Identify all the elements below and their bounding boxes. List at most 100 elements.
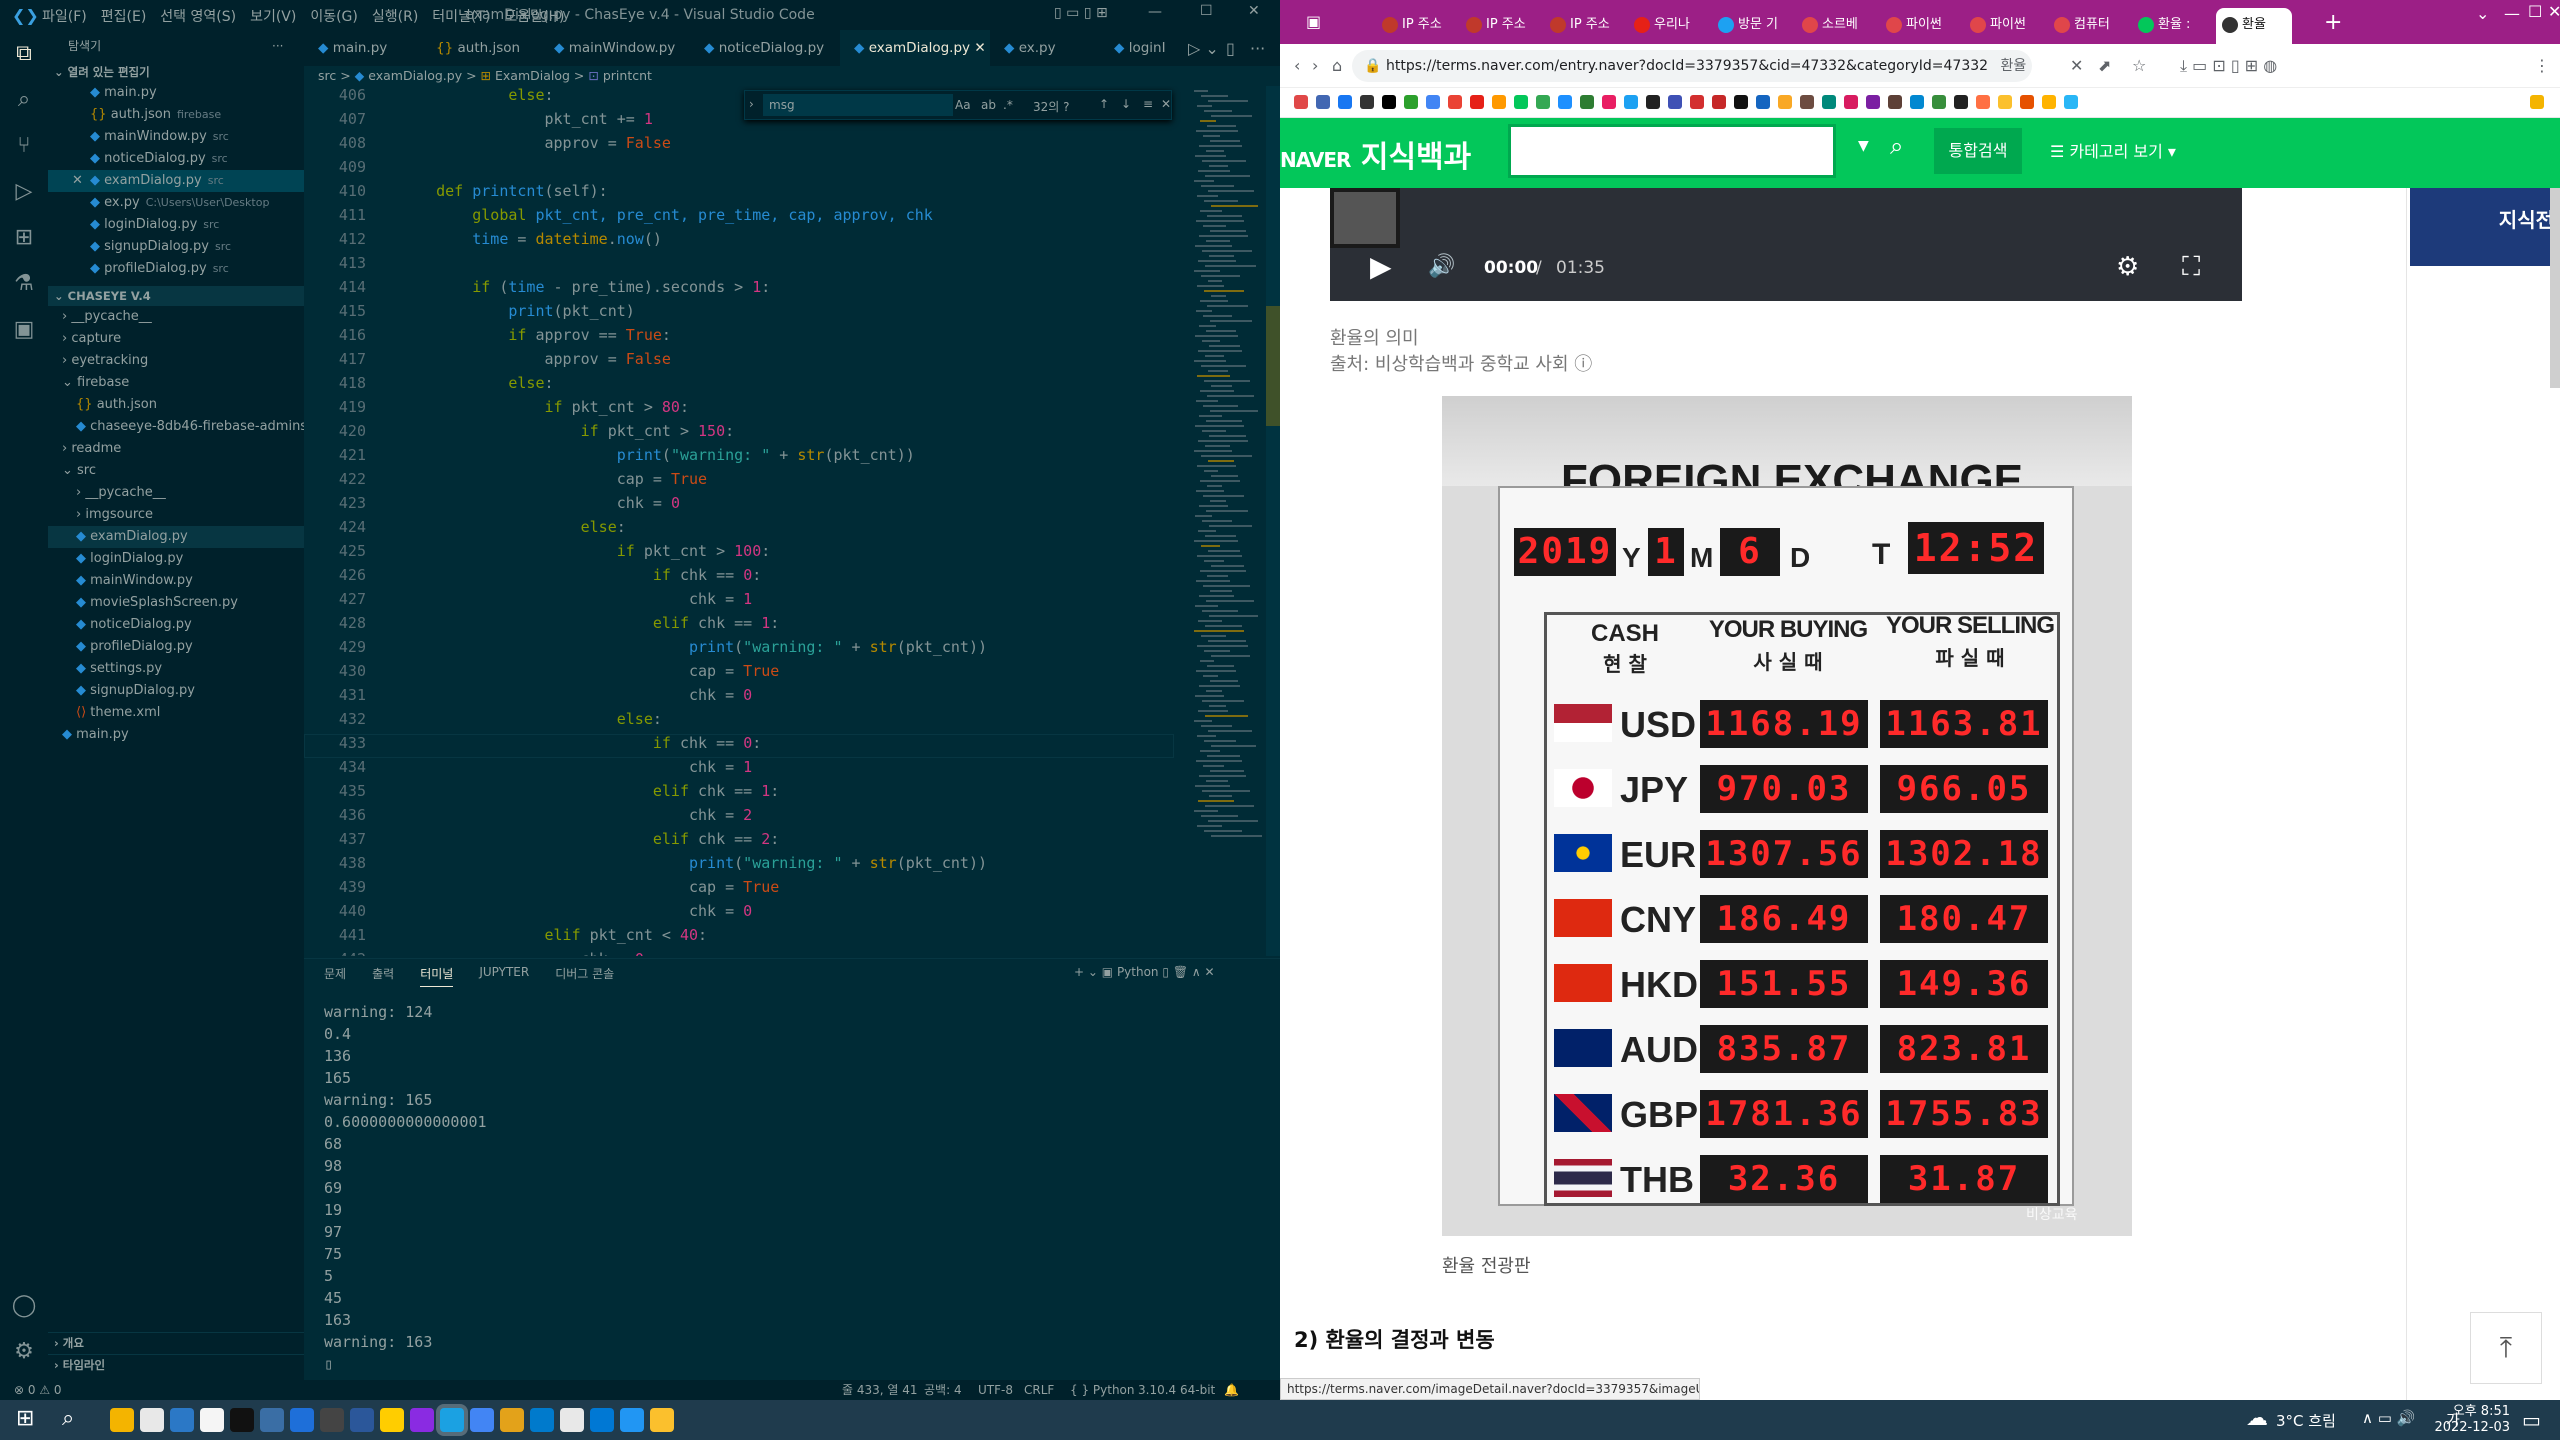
code-line[interactable]: print(pkt_cnt) bbox=[400, 302, 634, 320]
bookmark-favicon-icon[interactable] bbox=[1888, 95, 1902, 109]
breadcrumb-folder[interactable]: src bbox=[318, 68, 336, 83]
kill-terminal-icon[interactable]: 🗑 bbox=[1173, 965, 1188, 979]
status-problems[interactable]: ⊗ 0 ⚠ 0 bbox=[14, 1380, 62, 1400]
browser-menu-icon[interactable]: ▣ bbox=[1306, 12, 1321, 31]
search-icon[interactable]: ⌕ bbox=[1890, 132, 1903, 160]
share-icon[interactable]: ⬈ bbox=[2098, 56, 2111, 75]
bookmark-favicon-icon[interactable] bbox=[1844, 95, 1858, 109]
code-line[interactable]: time = datetime.now() bbox=[400, 230, 662, 248]
split-terminal-icon[interactable]: ▯ bbox=[1162, 965, 1169, 979]
browser-more-icon[interactable]: ⋮ bbox=[2534, 56, 2550, 75]
code-line[interactable]: approv = False bbox=[400, 350, 670, 368]
notepad-icon[interactable] bbox=[560, 1408, 584, 1432]
remote-desktop-icon[interactable] bbox=[290, 1408, 314, 1432]
clock-time[interactable]: 오후 8:51 bbox=[2440, 1400, 2510, 1419]
tree-folder[interactable]: › __pycache__ bbox=[48, 306, 304, 328]
lock-icon[interactable]: 🔒 bbox=[1364, 50, 1381, 82]
play-icon[interactable]: ▶ bbox=[1370, 250, 1392, 283]
open-editor-item[interactable]: ◆ signupDialog.py src bbox=[48, 236, 304, 258]
menu-selection[interactable]: 선택 영역(S) bbox=[160, 6, 236, 26]
word-icon[interactable] bbox=[350, 1408, 374, 1432]
code-line[interactable]: if (time - pre_time).seconds > 1: bbox=[400, 278, 770, 296]
timeline-section[interactable]: › 타임라인 bbox=[48, 1354, 304, 1374]
open-editor-item[interactable]: {} auth.json firebase bbox=[48, 104, 304, 126]
bookmark-favicon-icon[interactable] bbox=[1866, 95, 1880, 109]
tree-folder[interactable]: › __pycache__ bbox=[48, 482, 304, 504]
tab-output[interactable]: 출력 bbox=[372, 965, 394, 987]
video-settings-gear-icon[interactable]: ⚙ bbox=[2116, 252, 2139, 282]
search-input[interactable] bbox=[1508, 124, 1836, 178]
menu-help[interactable]: 도움말(H) bbox=[504, 6, 564, 26]
find-in-selection-icon[interactable]: ≡ bbox=[1143, 97, 1153, 111]
browser-maximize-button[interactable]: ☐ bbox=[2528, 2, 2542, 21]
menu-file[interactable]: 파일(F) bbox=[42, 6, 87, 26]
tab-jupyter[interactable]: JUPYTER bbox=[479, 965, 529, 987]
run-python-icon[interactable]: ▷ ⌄ bbox=[1188, 39, 1219, 58]
bookmark-favicon-icon[interactable] bbox=[1954, 95, 1968, 109]
bookmark-favicon-icon[interactable] bbox=[1294, 95, 1308, 109]
tree-folder[interactable]: › eyetracking bbox=[48, 350, 304, 372]
tree-folder[interactable]: › capture bbox=[48, 328, 304, 350]
tree-file[interactable]: ◆ signupDialog.py bbox=[48, 680, 304, 702]
search-dropdown-icon[interactable]: ▼ bbox=[1858, 138, 1869, 154]
code-line[interactable]: if approv == True: bbox=[400, 326, 671, 344]
status-position[interactable]: 줄 433, 열 41 bbox=[842, 1380, 918, 1400]
code-line[interactable]: print("warning: " + str(pkt_cnt)) bbox=[400, 638, 987, 656]
menu-go[interactable]: 이동(G) bbox=[310, 6, 358, 26]
minimize-button[interactable]: — bbox=[1148, 4, 1162, 20]
code-line[interactable]: chk = 1 bbox=[400, 758, 752, 776]
tree-folder[interactable]: › readme bbox=[48, 438, 304, 460]
weather-text[interactable]: 3°C 흐림 bbox=[2276, 1410, 2336, 1431]
outline-section[interactable]: › 개요 bbox=[48, 1332, 304, 1352]
open-editors-section[interactable]: ⌄ 열려 있는 편집기 bbox=[48, 62, 304, 82]
terminal-shell-label[interactable]: Python bbox=[1117, 965, 1159, 979]
bookmark-favicon-icon[interactable] bbox=[1382, 95, 1396, 109]
media-player-icon[interactable] bbox=[260, 1408, 284, 1432]
code-line[interactable]: cap = True bbox=[400, 662, 779, 680]
tree-file[interactable]: ◆ main.py bbox=[48, 724, 304, 746]
bookmark-favicon-icon[interactable] bbox=[1822, 95, 1836, 109]
tree-file[interactable]: ◆ movieSplashScreen.py bbox=[48, 592, 304, 614]
bookmark-favicon-icon[interactable] bbox=[1470, 95, 1484, 109]
bookmark-favicon-icon[interactable] bbox=[1426, 95, 1440, 109]
layout-toggle-icons[interactable]: ▯ ▭ ▯ ⊞ bbox=[1054, 5, 1108, 21]
match-case-icon[interactable]: Aa bbox=[955, 98, 971, 112]
tree-file[interactable]: ◆ noticeDialog.py bbox=[48, 614, 304, 636]
bookmark-favicon-icon[interactable] bbox=[1316, 95, 1330, 109]
open-editor-item[interactable]: ◆ profileDialog.py src bbox=[48, 258, 304, 280]
code-line[interactable]: cap = True bbox=[400, 878, 779, 896]
breadcrumb-class[interactable]: ExamDialog bbox=[495, 68, 570, 83]
bookmark-favicon-icon[interactable] bbox=[1976, 95, 1990, 109]
bookmark-favicon-icon[interactable] bbox=[1492, 95, 1506, 109]
bookmark-favicon-icon[interactable] bbox=[1734, 95, 1748, 109]
bookmark-favicon-icon[interactable] bbox=[1448, 95, 1462, 109]
status-interpreter[interactable]: 3.10.4 64-bit bbox=[1138, 1380, 1215, 1400]
back-icon[interactable]: ‹ bbox=[1294, 56, 1300, 75]
tree-file[interactable]: ◆ mainWindow.py bbox=[48, 570, 304, 592]
bookmark-favicon-icon[interactable] bbox=[1910, 95, 1924, 109]
code-line[interactable]: elif chk == 1: bbox=[400, 782, 779, 800]
code-editor[interactable]: 406 407 408 409 410 411 412 413 414 415 416 417 418 4… bbox=[304, 86, 1184, 956]
manage-gear-icon[interactable]: ⚙ bbox=[10, 1338, 38, 1366]
home-icon[interactable]: ⌂ bbox=[1332, 56, 1342, 75]
tree-folder[interactable]: ⌄ firebase bbox=[48, 372, 304, 394]
tree-file[interactable]: {} auth.json bbox=[48, 394, 304, 416]
vscode-taskbar-icon[interactable] bbox=[440, 1408, 464, 1432]
url-field[interactable]: 🔒 https://terms.naver.com/entry.naver?do… bbox=[1352, 50, 2032, 82]
notepad-icon[interactable] bbox=[200, 1408, 224, 1432]
bookmark-star-icon[interactable]: ☆ bbox=[2132, 56, 2146, 75]
find-input[interactable]: msg bbox=[763, 94, 953, 116]
find-close-icon[interactable]: ✕ bbox=[1161, 97, 1171, 111]
notes-icon[interactable] bbox=[650, 1408, 674, 1432]
video-player[interactable]: ▶ 🔊 00:00 / 01:35 ⚙ ⛶ bbox=[1330, 188, 2242, 301]
bookmark-favicon-icon[interactable] bbox=[1778, 95, 1792, 109]
tree-file[interactable]: ⟨⟩ theme.xml bbox=[48, 702, 304, 724]
tab-examdialog-py[interactable]: ◆ examDialog.py ✕ bbox=[840, 30, 990, 66]
tab-ex-py[interactable]: ◆ ex.py bbox=[990, 30, 1100, 66]
code-line[interactable]: else: bbox=[400, 86, 553, 104]
open-editor-item[interactable]: ◆ noticeDialog.py src bbox=[48, 148, 304, 170]
browser-tab[interactable]: 파이썬 bbox=[1880, 8, 1964, 44]
tab-noticedialog-py[interactable]: ◆ noticeDialog.py bbox=[690, 30, 840, 66]
browser-minimize-button[interactable]: — bbox=[2504, 4, 2520, 23]
source-control-icon[interactable]: ⑂ bbox=[10, 132, 38, 160]
